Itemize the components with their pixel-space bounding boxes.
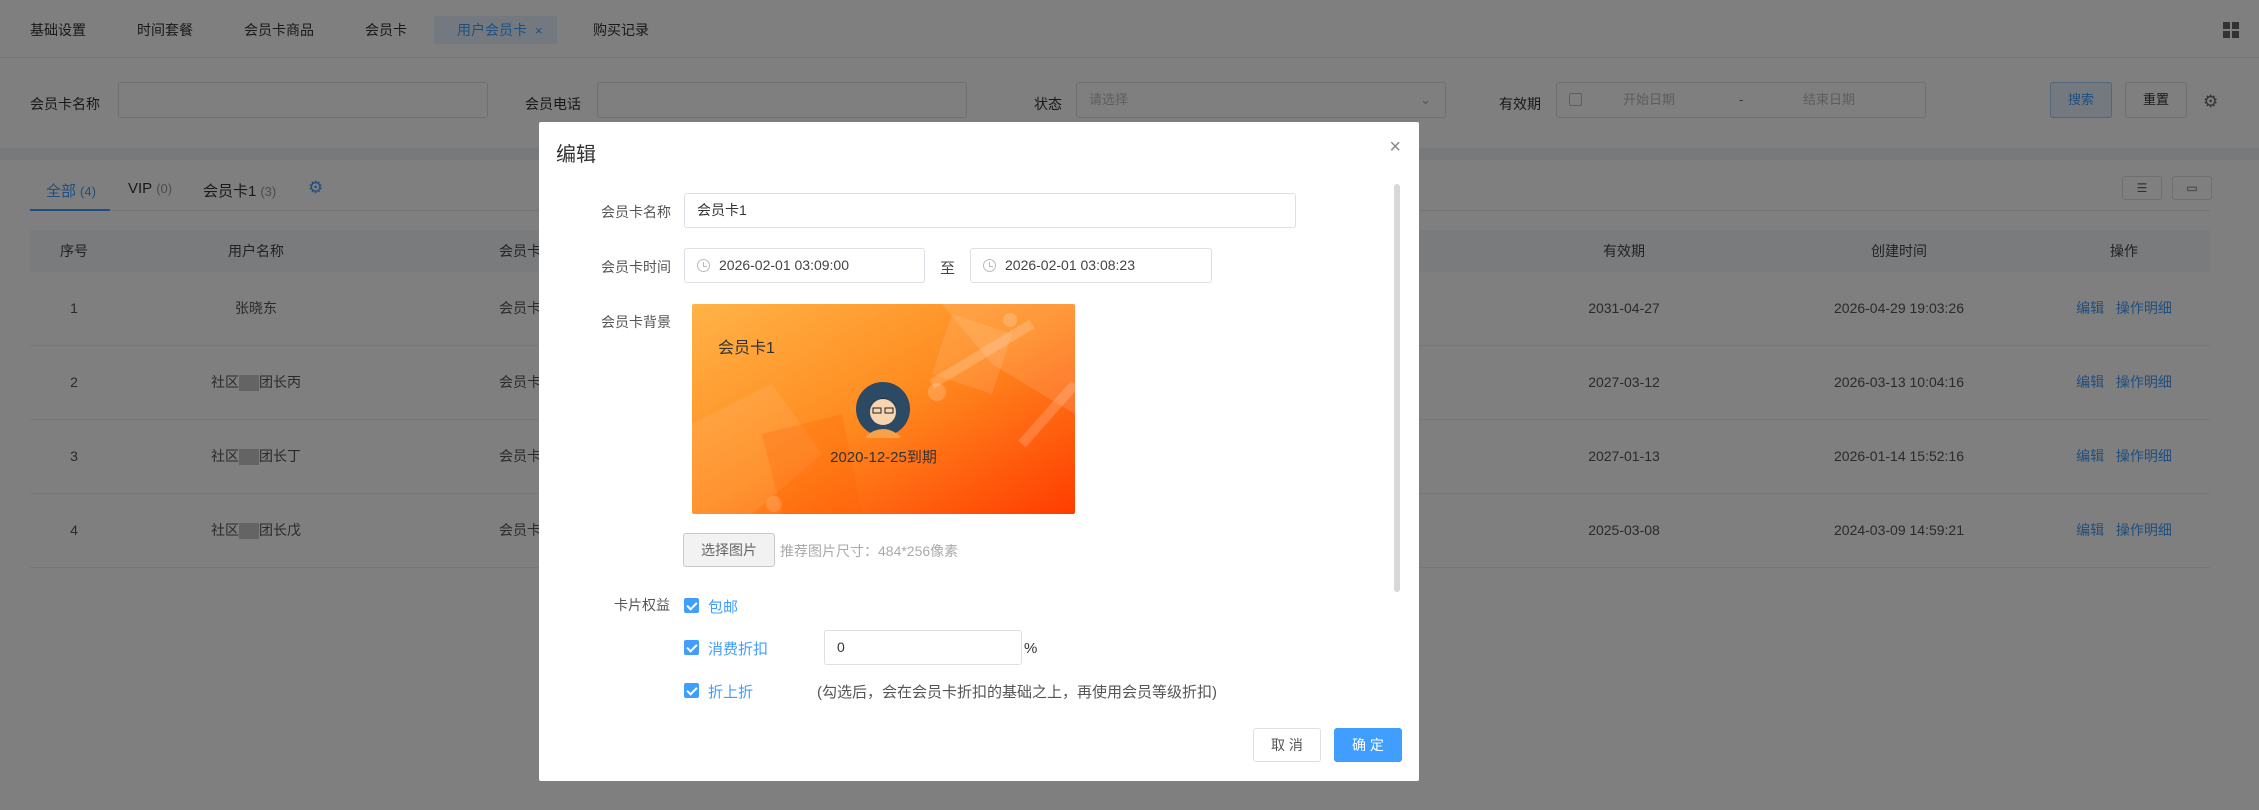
shipping-checkbox[interactable] [684, 598, 699, 613]
choose-image-button[interactable]: 选择图片 [683, 533, 775, 567]
card-bg-label: 会员卡背景 [601, 314, 671, 330]
dialog-scrollbar[interactable] [1394, 184, 1400, 592]
start-time-value: 2026-02-01 03:09:00 [719, 257, 849, 273]
image-size-hint: 推荐图片尺寸：484*256像素 [780, 543, 959, 559]
discount-label[interactable]: 消费折扣 [708, 638, 768, 659]
card-time-label: 会员卡时间 [601, 259, 671, 275]
shipping-label[interactable]: 包邮 [708, 596, 738, 617]
stack-discount-note: (勾选后，会在会员卡折扣的基础之上，再使用会员等级折扣) [817, 684, 1217, 701]
edit-dialog: 编辑 × 会员卡名称 会员卡1 会员卡时间 2026-02-01 03:09:0… [539, 122, 1419, 781]
discount-input[interactable]: 0 [824, 630, 1022, 665]
clock-icon [697, 259, 710, 272]
card-rights-label: 卡片权益 [614, 597, 670, 613]
start-time-picker[interactable]: 2026-02-01 03:09:00 [684, 248, 925, 283]
card-background-preview: 会员卡1 2020-12-25到期 [692, 304, 1075, 514]
end-time-value: 2026-02-01 03:08:23 [1005, 257, 1135, 273]
card-preview-title: 会员卡1 [718, 340, 775, 357]
percent-unit: % [1024, 640, 1038, 657]
end-time-picker[interactable]: 2026-02-01 03:08:23 [970, 248, 1212, 283]
dialog-title: 编辑 [556, 144, 596, 166]
card-preview-expiry: 2020-12-25到期 [830, 449, 937, 466]
clock-icon [983, 259, 996, 272]
cancel-button[interactable]: 取 消 [1253, 728, 1321, 762]
confirm-button[interactable]: 确 定 [1334, 728, 1402, 762]
discount-checkbox[interactable] [684, 640, 699, 655]
card-name-input[interactable]: 会员卡1 [684, 193, 1296, 228]
to-separator: 至 [940, 260, 956, 277]
card-name-label: 会员卡名称 [601, 204, 671, 220]
stack-discount-label[interactable]: 折上折 [708, 681, 753, 702]
stack-discount-checkbox[interactable] [684, 683, 699, 698]
close-icon[interactable]: × [1389, 136, 1401, 159]
